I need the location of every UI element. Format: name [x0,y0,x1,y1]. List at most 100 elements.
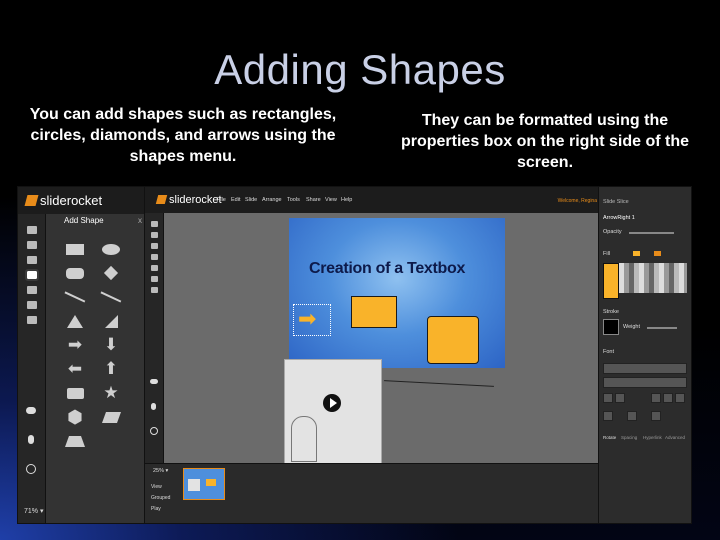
connector-line[interactable] [384,380,494,387]
properties-panel: Slide Slice ArrowRight 1 Opacity Fill St… [598,187,691,523]
orange-rectangle-large[interactable] [427,316,479,364]
chart-tool-icon[interactable] [150,276,158,282]
numbered-list-button[interactable] [627,411,637,421]
font-family-select[interactable] [603,363,687,374]
opacity-label: Opacity [603,229,622,235]
tab-hyperlink[interactable]: Hyperlink [643,435,662,440]
rocket-logo-icon [155,195,168,204]
slide-canvas[interactable]: Creation of a Textbox ➡ [289,218,505,368]
menu-slide[interactable]: Slide [245,197,257,203]
color-palette[interactable] [619,263,687,293]
right-caption: They can be formatted using the properti… [400,112,689,171]
tab-rotate[interactable]: Rotate [603,435,616,440]
view-option-play[interactable]: Play [151,506,161,512]
menu-arrange[interactable]: Arrange [262,197,282,203]
properties-header: Slide Slice [603,199,629,205]
menu-tools[interactable]: Tools [287,197,300,203]
menu-edit[interactable]: Edit [231,197,240,203]
table-tool-icon[interactable] [150,265,158,271]
right-triangle-shape-icon[interactable] [96,314,126,328]
rounded-rectangle-shape-icon[interactable] [60,266,90,280]
italic-button[interactable] [663,393,673,403]
widget-tool-icon[interactable] [150,287,158,293]
trapezoid-shape-icon[interactable] [60,434,90,448]
widget-tool-icon[interactable] [26,316,37,324]
current-fill-color[interactable] [603,263,619,299]
arrow-line-shape-icon[interactable] [96,290,126,304]
video-tool-icon[interactable] [150,243,158,249]
stroke-color[interactable] [603,319,619,335]
tab-spacing[interactable]: Spacing [621,435,637,440]
fill-swatch[interactable] [633,251,640,256]
arrow-up-shape-icon[interactable]: ⬆ [96,360,126,377]
play-icon[interactable] [323,394,341,412]
chart-tool-icon[interactable] [26,301,37,309]
selected-arrow-shape[interactable]: ➡ [293,304,331,336]
add-shape-panel: Add Shape x ➡ ⬇ ⬅ ⬆ ★ ⬢ [46,214,146,523]
gradient-swatch[interactable] [654,251,661,256]
slide-sorter: 25% ▾ View Grouped Play [145,463,598,523]
opacity-slider[interactable] [629,232,674,234]
arrow-right-shape-icon[interactable]: ➡ [60,336,90,353]
parallelogram-shape-icon[interactable] [96,410,126,424]
slide-heading[interactable]: Creation of a Textbox [309,260,465,278]
sliderocket-logo: sliderocket [24,193,102,208]
shape-grid: ➡ ⬇ ⬅ ⬆ ★ ⬢ [46,232,146,448]
video-object[interactable] [284,359,382,465]
superscript-button[interactable] [651,411,661,421]
image-tool-icon[interactable] [150,232,158,238]
ellipse-shape-icon[interactable] [96,242,126,256]
shapes-tool-icon[interactable] [24,269,39,281]
comment-icon[interactable] [26,407,36,414]
add-shape-header: Add Shape x [46,214,146,232]
menu-view[interactable]: View [325,197,337,203]
menu-share[interactable]: Share [306,197,321,203]
font-size-select[interactable] [603,377,687,388]
arrow-down-shape-icon[interactable]: ⬇ [96,336,126,353]
align-left-button[interactable] [603,393,613,403]
left-caption: You can add shapes such as rectangles, c… [29,106,337,165]
editor-screenshot: sliderocket File Edit Slide Arrange Tool… [144,186,692,524]
microphone-icon[interactable] [151,403,156,410]
clock-icon[interactable] [26,464,36,474]
clock-icon[interactable] [150,427,158,435]
zoom-level[interactable]: 25% ▾ [153,468,168,474]
menu-file[interactable]: File [217,197,226,203]
close-icon[interactable]: x [138,216,142,225]
callout-shape-icon[interactable] [60,386,90,400]
arrow-left-shape-icon[interactable]: ⬅ [60,360,90,377]
table-tool-icon[interactable] [26,286,37,294]
view-option-grouped[interactable]: Grouped [151,495,170,501]
text-tool-icon[interactable] [26,226,37,234]
line-shape-icon[interactable] [60,290,90,304]
shapes-tool-icon[interactable] [150,254,158,260]
tab-advanced[interactable]: Advanced [665,435,685,440]
underline-button[interactable] [675,393,685,403]
app-header: sliderocket [18,187,146,214]
rectangle-shape-icon[interactable] [60,242,90,256]
align-center-button[interactable] [615,393,625,403]
weight-label: Weight [623,324,641,330]
slide-thumbnail[interactable] [183,468,225,500]
zoom-level[interactable]: 71% ▾ [24,507,43,515]
image-tool-icon[interactable] [26,241,37,249]
user-link[interactable]: Welcome, Regina [558,198,597,204]
comment-icon[interactable] [150,379,158,384]
star-shape-icon[interactable]: ★ [96,384,126,401]
font-label: Font [603,349,615,355]
diamond-shape-icon[interactable] [96,265,126,281]
object-name[interactable]: ArrowRight 1 [603,215,635,221]
weight-slider[interactable] [647,327,677,329]
menu-help[interactable]: Help [341,197,352,203]
orange-rectangle-small[interactable] [351,296,397,328]
bullet-list-button[interactable] [603,411,613,421]
text-tool-icon[interactable] [150,221,158,227]
video-tool-icon[interactable] [26,256,37,264]
hexagon-shape-icon[interactable]: ⬢ [60,408,90,426]
slide-workspace: Creation of a Textbox ➡ [164,213,598,465]
triangle-shape-icon[interactable] [60,314,90,328]
bold-button[interactable] [651,393,661,403]
microphone-icon[interactable] [28,435,34,444]
view-option-view[interactable]: View [151,484,162,490]
arrow-right-icon: ➡ [298,306,317,331]
